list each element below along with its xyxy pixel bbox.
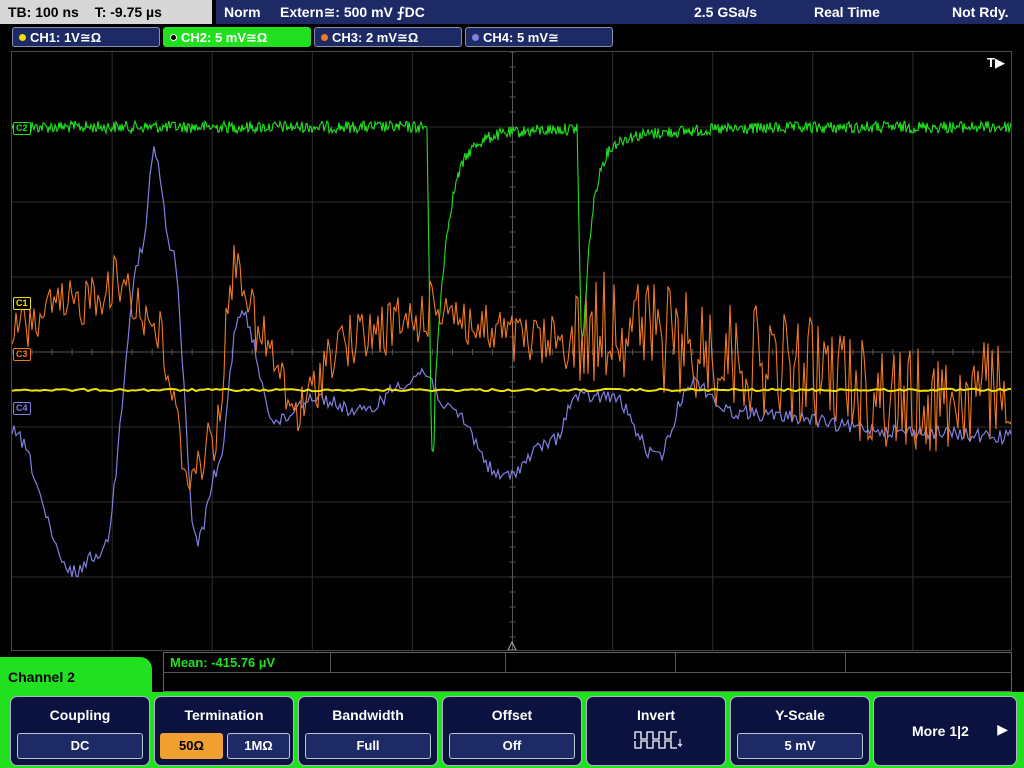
meas-cell [330, 653, 506, 673]
ch2-waveform [12, 119, 1011, 453]
status-bar: Norm Extern≅: 500 mV ⨍DC 2.5 GSa/s Real … [216, 0, 1024, 24]
tab-ch2-label: CH2: 5 mV≅Ω [181, 30, 268, 45]
invert-softkey[interactable]: Invert [586, 696, 726, 766]
ch2-dot-icon [170, 34, 177, 41]
channel-tab-row: CH1: 1V≅Ω CH2: 5 mV≅Ω CH3: 2 mV≅Ω CH4: 5… [0, 24, 1024, 50]
coupling-value[interactable]: DC [17, 733, 143, 759]
meas-cell [505, 653, 676, 673]
offset-title: Offset [491, 707, 533, 723]
more-menu-label: More 1|2 [912, 723, 969, 739]
offset-softkey[interactable]: Offset Off [442, 696, 582, 766]
termination-title: Termination [184, 707, 264, 723]
ch4-dot-icon [472, 34, 479, 41]
coupling-softkey[interactable]: Coupling DC [10, 696, 150, 766]
tab-ch4[interactable]: CH4: 5 mV≅ [465, 27, 613, 47]
trigger-position-icon [507, 640, 517, 650]
measurement-bar: Mean: -415.76 µV [163, 652, 1012, 692]
tab-ch2[interactable]: CH2: 5 mV≅Ω [163, 27, 311, 47]
acquisition-state: Not Rdy. [952, 4, 1009, 20]
yscale-value[interactable]: 5 mV [737, 733, 863, 759]
status-timebase-panel[interactable]: TB: 100 ns T: -9.75 µs [0, 0, 212, 24]
more-menu-button[interactable]: More 1|2 ▶ [873, 696, 1017, 766]
ch2-offset-marker[interactable]: C2 [13, 122, 31, 135]
tab-ch4-label: CH4: 5 mV≅ [483, 30, 559, 45]
coupling-title: Coupling [49, 707, 111, 723]
menu-title: Channel 2 [0, 657, 152, 697]
trigger-marker-icon[interactable]: T▶ [987, 55, 1005, 71]
trigger-time-readout: T: -9.75 µs [94, 4, 162, 20]
invert-waveform-icon [634, 731, 683, 749]
ch1-dot-icon [19, 34, 26, 41]
invert-title: Invert [636, 707, 676, 723]
yscale-softkey[interactable]: Y-Scale 5 mV [730, 696, 870, 766]
offset-value[interactable]: Off [449, 733, 575, 759]
trigger-mode[interactable]: Norm [224, 0, 261, 24]
tab-ch3[interactable]: CH3: 2 mV≅Ω [314, 27, 462, 47]
acquisition-mode: Real Time [814, 4, 880, 20]
tab-ch3-label: CH3: 2 mV≅Ω [332, 30, 419, 45]
ch3-waveform [12, 244, 1011, 492]
ch4-offset-marker[interactable]: C4 [13, 402, 31, 415]
bandwidth-title: Bandwidth [332, 707, 404, 723]
bandwidth-softkey[interactable]: Bandwidth Full [298, 696, 438, 766]
chevron-right-icon: ▶ [997, 721, 1008, 737]
termination-1mohm-option[interactable]: 1MΩ [227, 733, 290, 759]
ch1-offset-marker[interactable]: C1 [13, 297, 31, 310]
meas-cell [845, 653, 1012, 673]
bandwidth-value[interactable]: Full [305, 733, 431, 759]
tab-ch1[interactable]: CH1: 1V≅Ω [12, 27, 160, 47]
trigger-source[interactable]: Extern≅: 500 mV ⨍DC [280, 0, 425, 24]
ch1-waveform [12, 387, 1011, 393]
sample-rate: 2.5 GSa/s [694, 4, 758, 20]
ch3-dot-icon [321, 34, 328, 41]
termination-50ohm-option[interactable]: 50Ω [160, 733, 223, 759]
ch3-offset-marker[interactable]: C3 [13, 348, 31, 361]
tab-ch1-label: CH1: 1V≅Ω [30, 30, 102, 45]
termination-softkey[interactable]: Termination 50Ω 1MΩ [154, 696, 294, 766]
softkey-bar: Coupling DC Termination 50Ω 1MΩ Bandwidt… [0, 692, 1024, 768]
mean-measurement: Mean: -415.76 µV [170, 655, 276, 670]
yscale-title: Y-Scale [775, 707, 825, 723]
timebase-readout: TB: 100 ns [8, 4, 79, 20]
waveforms [12, 119, 1011, 650]
waveform-display[interactable]: T▶ C2 C1 C3 C4 [11, 51, 1012, 651]
meas-cell [675, 653, 846, 673]
